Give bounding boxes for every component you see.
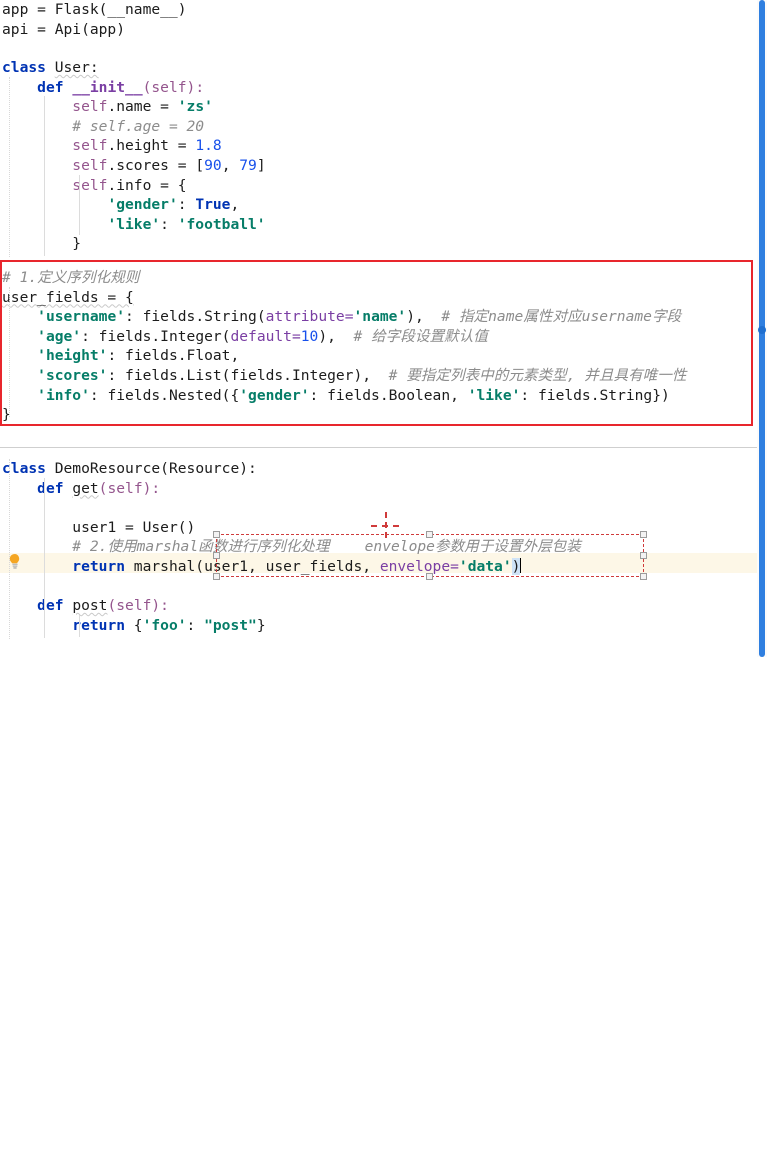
- indent-guide: [79, 175, 80, 235]
- code-line: 'gender': True,: [107, 196, 240, 214]
- code-line: self.height = 1.8: [72, 137, 222, 155]
- lightbulb-icon[interactable]: [8, 553, 22, 569]
- code-line: # 1.定义序列化规则: [2, 269, 140, 286]
- indent-guide: [9, 287, 10, 417]
- code-line: 'like': 'football': [107, 215, 266, 233]
- code-line: 'age': fields.Integer(default=10), # 给字段…: [37, 327, 488, 345]
- scroll-marker-dot[interactable]: [758, 326, 766, 334]
- code-line: self.info = {: [72, 176, 187, 194]
- indent-guide: [79, 615, 80, 637]
- scrollbar-track[interactable]: [757, 0, 767, 657]
- box-handle-sw[interactable]: [213, 573, 220, 580]
- box-handle-n[interactable]: [426, 531, 433, 538]
- indent-guide: [9, 77, 10, 257]
- code-line: user_fields = {: [2, 288, 134, 306]
- code-line: def get(self):: [37, 479, 161, 497]
- code-content[interactable]: app = Flask(__name__) api = Api(app) cla…: [0, 0, 767, 1176]
- code-line: def post(self):: [37, 597, 169, 614]
- code-line: return {'foo': "post"}: [72, 616, 266, 634]
- code-line: 'scores': fields.List(fields.Integer), #…: [37, 367, 687, 384]
- indent-guide: [9, 459, 10, 639]
- code-line: 'height': fields.Float,: [37, 347, 240, 365]
- code-line: }: [72, 235, 82, 253]
- code-line: class DemoResource(Resource):: [2, 460, 257, 477]
- indent-guide: [44, 96, 45, 256]
- crosshair-marker-vertical: [385, 512, 387, 538]
- code-line: # self.age = 20: [72, 117, 205, 135]
- box-handle-ne[interactable]: [640, 531, 647, 538]
- code-line: 'username': fields.String(attribute='nam…: [37, 308, 682, 326]
- text-caret: [520, 558, 522, 573]
- box-handle-nw[interactable]: [213, 531, 220, 538]
- code-line: def __init__(self):: [37, 78, 205, 96]
- code-line: class User:: [2, 59, 99, 76]
- box-handle-e[interactable]: [640, 552, 647, 559]
- code-line: app = Flask(__name__): [2, 1, 187, 18]
- box-handle-w[interactable]: [213, 552, 220, 559]
- code-line: self.name = 'zs': [72, 98, 213, 116]
- code-line: 'info': fields.Nested({'gender': fields.…: [37, 386, 670, 404]
- code-line: api = Api(app): [2, 20, 126, 38]
- box-handle-se[interactable]: [640, 573, 647, 580]
- code-line: user1 = User(): [72, 518, 196, 536]
- box-handle-s[interactable]: [426, 573, 433, 580]
- code-line: self.scores = [90, 79]: [72, 157, 266, 174]
- code-line: # 2.使用marshal函数进行序列化处理 envelope参数用于设置外层包…: [72, 538, 581, 556]
- indent-guide: [44, 478, 45, 638]
- code-line-return-marshal[interactable]: return marshal(user1, user_fields, envel…: [2, 557, 522, 577]
- code-editor[interactable]: app = Flask(__name__) api = Api(app) cla…: [0, 0, 767, 657]
